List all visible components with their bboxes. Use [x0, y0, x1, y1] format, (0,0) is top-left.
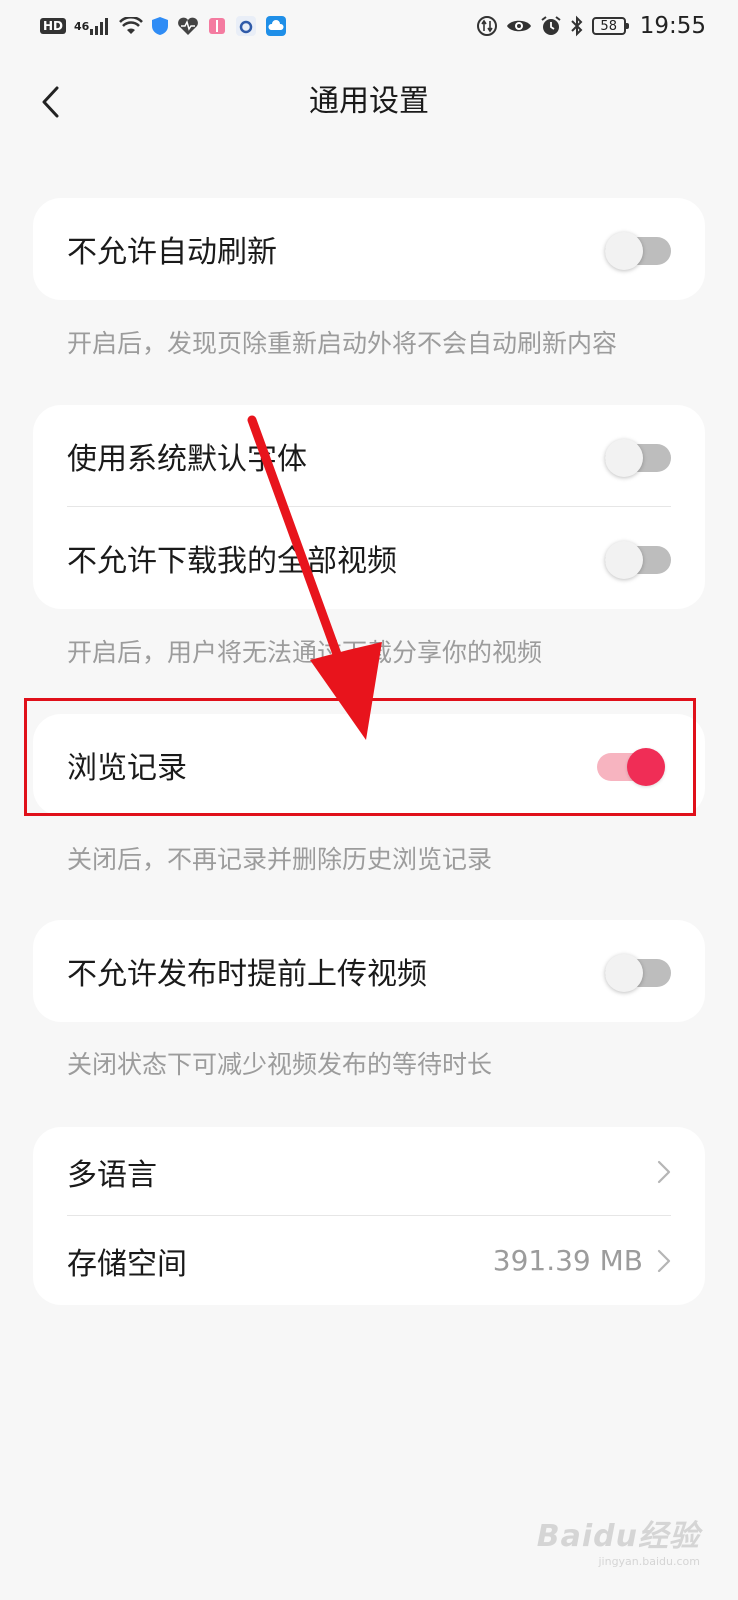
disallow-download-toggle[interactable]	[605, 541, 671, 579]
chevron-right-icon	[657, 1249, 671, 1273]
heart-rate-icon	[177, 16, 199, 36]
toggle-knob	[605, 439, 643, 477]
clock-time: 19:55	[639, 13, 706, 39]
settings-card-font-download: 使用系统默认字体 不允许下载我的全部视频	[33, 405, 705, 609]
setting-label: 使用系统默认字体	[67, 442, 307, 477]
setting-row-storage[interactable]: 存储空间 391.39 MB	[33, 1216, 705, 1305]
watermark-main: Baidu经验	[536, 1519, 700, 1554]
setting-row-system-font[interactable]: 使用系统默认字体	[33, 405, 705, 507]
app-icon	[235, 15, 257, 37]
wifi-icon	[119, 17, 144, 35]
setting-label: 不允许自动刷新	[67, 235, 277, 270]
toggle-knob	[605, 232, 643, 270]
toggle-knob	[605, 541, 643, 579]
annotation-highlight-box	[24, 698, 696, 816]
chevron-right-icon	[657, 1160, 671, 1184]
setting-row-language[interactable]: 多语言	[33, 1127, 705, 1216]
pre-upload-toggle[interactable]	[605, 954, 671, 992]
setting-label: 存储空间	[67, 1246, 187, 1282]
bluetooth-icon	[570, 15, 584, 37]
setting-note-pre-upload: 关闭状态下可减少视频发布的等待时长	[67, 1050, 493, 1079]
cellular-signal-icon: 46	[74, 17, 111, 35]
battery-icon: 58	[591, 17, 629, 35]
hd-icon: HD	[40, 18, 67, 34]
setting-row-disallow-download[interactable]: 不允许下载我的全部视频	[33, 507, 705, 609]
eye-icon	[506, 17, 532, 35]
setting-label: 不允许下载我的全部视频	[67, 544, 397, 579]
setting-note-download: 开启后，用户将无法通过下载分享你的视频	[67, 638, 543, 667]
storage-size-value: 391.39 MB	[492, 1244, 643, 1277]
settings-card-misc: 多语言 存储空间 391.39 MB	[33, 1127, 705, 1305]
page-title: 通用设置	[309, 84, 429, 119]
auto-refresh-toggle[interactable]	[605, 232, 671, 270]
settings-card-pre-upload: 不允许发布时提前上传视频	[33, 920, 705, 1022]
setting-row-pre-upload[interactable]: 不允许发布时提前上传视频	[33, 920, 705, 1022]
network-type-label: 46	[74, 19, 90, 33]
battery-level: 58	[600, 18, 617, 34]
status-bar: HD 46 58 19:55	[0, 0, 738, 52]
data-saver-icon	[476, 15, 498, 37]
status-left: HD 46	[40, 15, 287, 37]
settings-card-auto-refresh: 不允许自动刷新	[33, 198, 705, 300]
alarm-icon	[540, 15, 562, 37]
setting-label: 多语言	[67, 1157, 157, 1193]
setting-note-auto-refresh: 开启后，发现页除重新启动外将不会自动刷新内容	[67, 329, 618, 358]
book-app-icon	[207, 16, 227, 36]
system-font-toggle[interactable]	[605, 439, 671, 477]
setting-label: 不允许发布时提前上传视频	[67, 957, 427, 992]
nav-header: 通用设置	[0, 60, 738, 144]
toggle-knob	[605, 954, 643, 992]
weather-app-icon	[265, 15, 287, 37]
watermark-sub: jingyan.baidu.com	[598, 1555, 700, 1568]
setting-note-history: 关闭后，不再记录并删除历史浏览记录	[67, 845, 493, 874]
watermark-logo: Baidu经验 jingyan.baidu.com	[537, 1511, 700, 1568]
shield-icon	[151, 16, 169, 36]
status-right: 58 19:55	[476, 13, 706, 39]
setting-row-auto-refresh[interactable]: 不允许自动刷新	[33, 198, 705, 300]
